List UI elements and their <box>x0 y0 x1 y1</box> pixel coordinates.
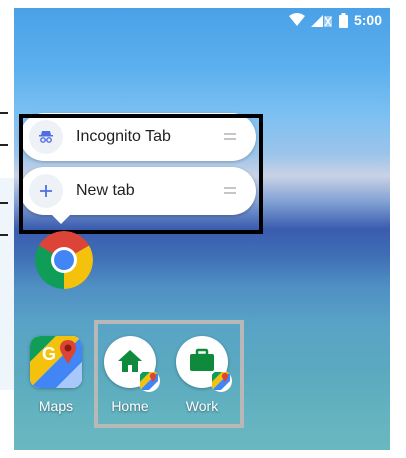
maps-badge-icon <box>210 370 232 392</box>
app-label: Maps <box>38 398 74 414</box>
chrome-icon[interactable] <box>34 230 94 290</box>
wifi-icon <box>288 13 305 27</box>
google-maps-icon: G <box>30 336 82 388</box>
app-maps[interactable]: G Maps <box>24 336 88 414</box>
briefcase-icon <box>176 336 232 392</box>
cell-signal-icon <box>310 13 333 27</box>
left-bracket-top <box>0 112 8 146</box>
app-work-shortcut[interactable]: Work <box>170 336 234 414</box>
status-bar: 5:00 <box>288 8 390 32</box>
app-label: Work <box>185 398 219 414</box>
maps-badge-icon <box>138 370 160 392</box>
battery-icon <box>338 12 348 28</box>
left-bracket-bottom <box>0 202 8 236</box>
phone-home-screen: 5:00 Incognito Tab New tab G Maps Home W… <box>14 8 390 450</box>
annotated-screenshot: 5:00 Incognito Tab New tab G Maps Home W… <box>0 0 406 458</box>
home-icon <box>104 336 160 392</box>
app-label: Home <box>111 398 149 414</box>
svg-text:G: G <box>42 344 56 364</box>
shortcuts-highlight-box <box>19 114 263 234</box>
app-home-shortcut[interactable]: Home <box>98 336 162 414</box>
clock: 5:00 <box>353 12 382 28</box>
